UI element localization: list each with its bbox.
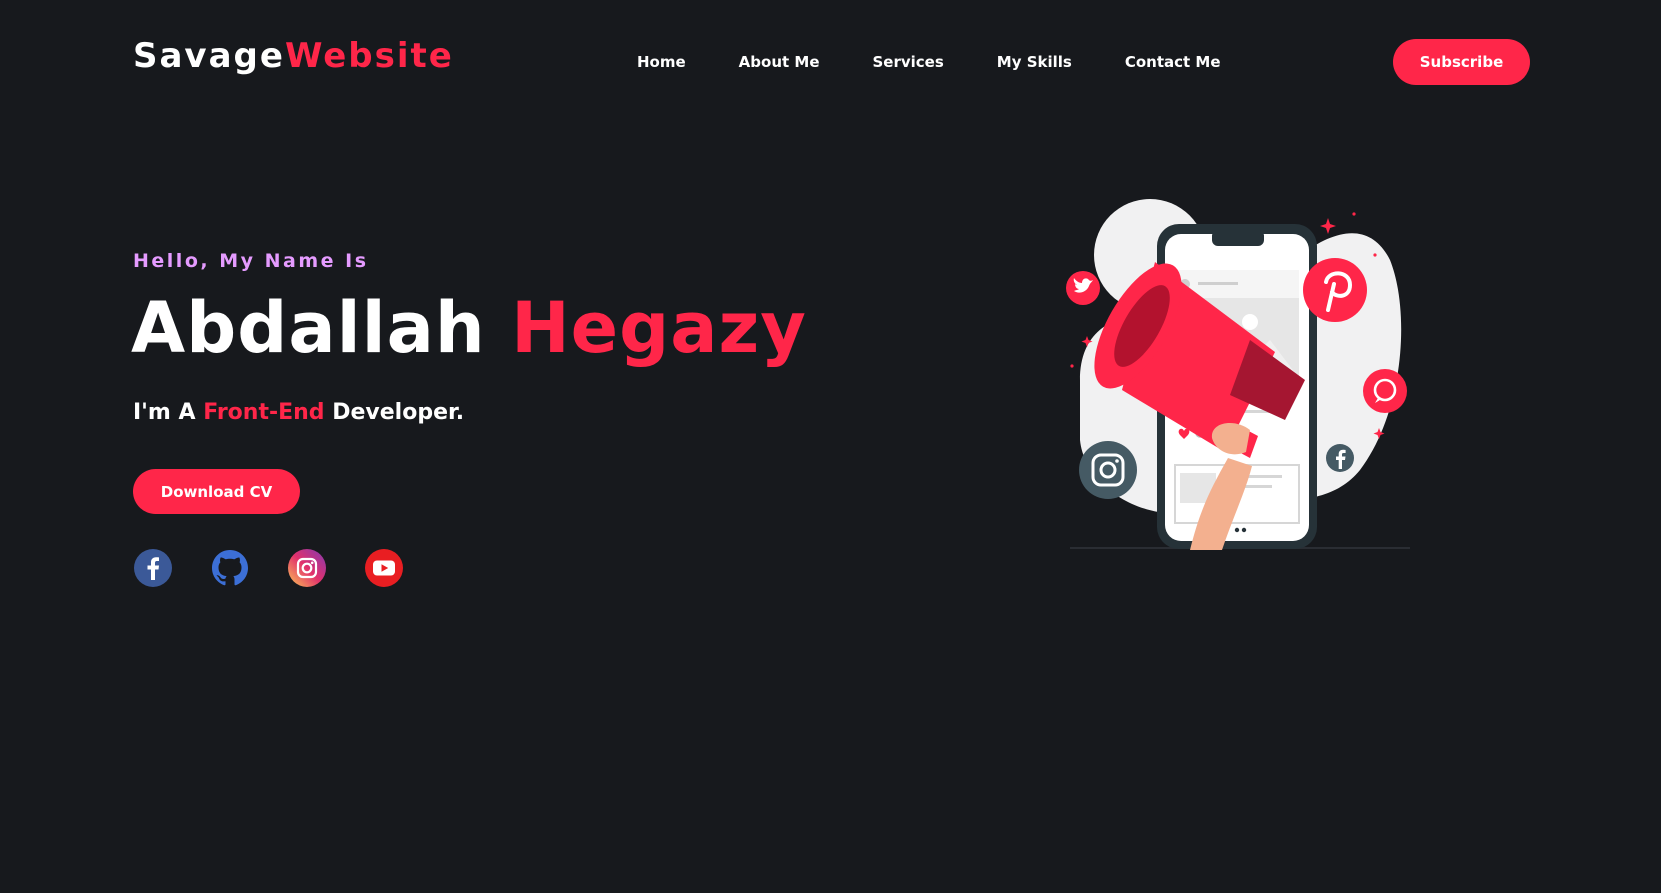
hero-name: Abdallah Hegazy (131, 285, 807, 371)
github-icon[interactable] (210, 548, 250, 588)
subscribe-button[interactable]: Subscribe (1393, 39, 1530, 85)
youtube-icon[interactable] (364, 548, 404, 588)
role-suffix: Developer. (332, 400, 465, 425)
logo-part-savage: Savage (133, 36, 285, 76)
instagram-icon[interactable] (287, 548, 327, 588)
facebook-icon[interactable] (133, 548, 173, 588)
role-prefix: I'm A (133, 400, 196, 425)
first-name: Abdallah (131, 287, 486, 369)
nav-my-skills[interactable]: My Skills (997, 53, 1072, 71)
role-line: I'm A Front-End Developer. (133, 400, 464, 425)
social-links (133, 548, 441, 588)
main-nav: Home About Me Services My Skills Contact… (637, 50, 1274, 74)
logo-part-website: Website (284, 36, 454, 76)
nav-contact-me[interactable]: Contact Me (1125, 53, 1221, 71)
download-cv-button[interactable]: Download CV (133, 469, 300, 514)
nav-services[interactable]: Services (873, 53, 944, 71)
nav-home[interactable]: Home (637, 53, 686, 71)
last-name: Hegazy (511, 287, 807, 369)
megaphone-illustration (1066, 199, 1410, 550)
logo[interactable]: SavageWebsite (133, 36, 454, 76)
greeting-text: Hello, My Name Is (133, 250, 369, 272)
nav-about-me[interactable]: About Me (739, 53, 820, 71)
role-highlight: Front-End (203, 400, 325, 425)
